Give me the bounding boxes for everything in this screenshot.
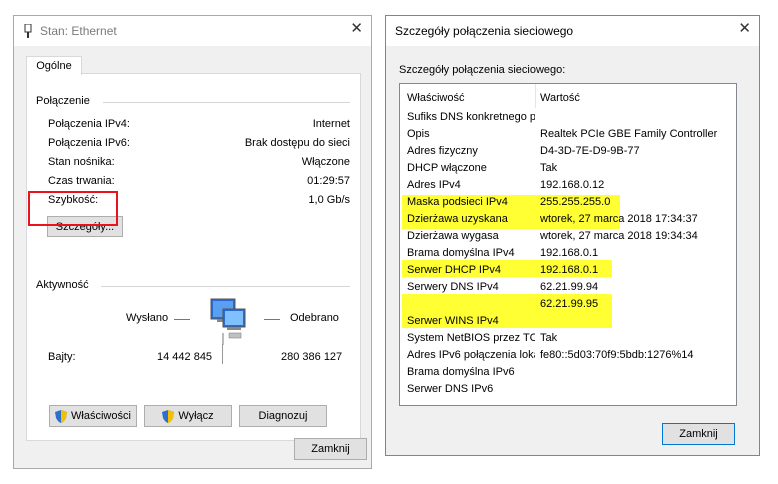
properties-button-label: Właściwości <box>71 410 131 422</box>
ipv4-value: Internet <box>312 118 350 130</box>
list-item[interactable]: Dzierżawa uzyskana wtorek, 27 marca 2018 … <box>400 211 736 228</box>
column-header-property[interactable]: Właściwość <box>407 87 535 109</box>
details-list[interactable]: Właściwość Wartość Sufiks DNS konkretneg… <box>399 83 737 406</box>
bytes-sent-value: 14 442 845 <box>157 351 213 363</box>
network-computers-icon <box>197 297 257 348</box>
list-item[interactable]: Serwer WINS IPv4 <box>400 313 736 330</box>
duration-value: 01:29:57 <box>307 175 350 187</box>
details-close-button[interactable]: Zamknij <box>662 423 735 445</box>
media-state-label: Stan nośnika: <box>48 156 115 168</box>
highlight-frame <box>28 191 118 226</box>
ethernet-icon <box>23 23 33 41</box>
close-icon[interactable]: ✕ <box>738 21 751 36</box>
bytes-label: Bajty: <box>48 351 76 363</box>
media-state-value: Włączone <box>301 156 350 168</box>
details-titlebar: Szczegóły połączenia sieciowego ✕ <box>386 16 759 46</box>
list-item[interactable]: Serwer DNS IPv6 <box>400 381 736 398</box>
list-item[interactable]: Serwer DHCP IPv4 192.168.0.1 <box>400 262 736 279</box>
list-item[interactable]: Dzierżawa wygasa wtorek, 27 marca 2018 19… <box>400 228 736 245</box>
group-divider <box>103 102 350 103</box>
speed-value: 1,0 Gb/s <box>308 194 350 206</box>
list-item[interactable]: Adres IPv4 192.168.0.12 <box>400 177 736 194</box>
list-item[interactable]: Maska podsieci IPv4 255.255.255.0 <box>400 194 736 211</box>
bytes-received-value: 280 386 127 <box>281 351 343 363</box>
activity-group-label: Aktywność <box>36 279 89 291</box>
list-item[interactable]: Sufiks DNS konkretnego połączenia <box>400 109 736 126</box>
list-item[interactable]: Adres fizyczny D4-3D-7E-D9-9B-77 <box>400 143 736 160</box>
properties-button[interactable]: Właściwości <box>49 405 137 427</box>
list-item[interactable]: DHCP włączone Tak <box>400 160 736 177</box>
list-header: Właściwość Wartość <box>400 87 736 109</box>
uac-shield-icon <box>55 409 68 423</box>
details-subtitle: Szczegóły połączenia sieciowego: <box>399 64 566 76</box>
list-item[interactable]: Brama domyślna IPv4 192.168.0.1 <box>400 245 736 262</box>
list-item[interactable]: Serwery DNS IPv4 62.21.99.94 <box>400 279 736 296</box>
general-tab-page: Połączenie Połączenia IPv4: Internet Poł… <box>26 73 361 441</box>
status-window: Stan: Ethernet ✕ Ogólne Połączenie Połąc… <box>13 15 372 469</box>
list-item[interactable]: 62.21.99.95 <box>400 296 736 313</box>
ipv6-value: Brak dostępu do sieci <box>244 137 350 149</box>
duration-label: Czas trwania: <box>48 175 115 187</box>
received-label: Odebrano <box>290 312 339 324</box>
list-item[interactable]: Adres IPv6 połączenia lokalnegofe80::5d0… <box>400 347 736 364</box>
details-window: Szczegóły połączenia sieciowego ✕ Szczeg… <box>385 15 760 456</box>
diagnose-button[interactable]: Diagnozuj <box>239 405 327 427</box>
list-item[interactable]: System NetBIOS przez TCP/IP włączonyTak <box>400 330 736 347</box>
disable-button-label: Wyłącz <box>178 410 214 422</box>
tab-general[interactable]: Ogólne <box>26 56 82 75</box>
status-window-title: Stan: Ethernet <box>40 24 117 38</box>
column-header-value[interactable]: Wartość <box>540 87 580 109</box>
details-window-title: Szczegóły połączenia sieciowego <box>395 24 574 38</box>
close-button[interactable]: Zamknij <box>294 438 367 460</box>
list-item[interactable]: Brama domyślna IPv6 <box>400 364 736 381</box>
close-icon[interactable]: ✕ <box>350 21 363 36</box>
ipv6-label: Połączenia IPv6: <box>48 137 130 149</box>
connection-group-label: Połączenie <box>36 95 90 107</box>
uac-shield-icon <box>162 409 175 423</box>
disable-button[interactable]: Wyłącz <box>144 405 232 427</box>
ipv4-label: Połączenia IPv4: <box>48 118 130 130</box>
status-titlebar: Stan: Ethernet ✕ <box>14 16 371 46</box>
sent-label: Wysłano <box>126 312 169 324</box>
group-divider <box>101 286 350 287</box>
list-item[interactable]: Opis Realtek PCIe GBE Family Controller <box>400 126 736 143</box>
